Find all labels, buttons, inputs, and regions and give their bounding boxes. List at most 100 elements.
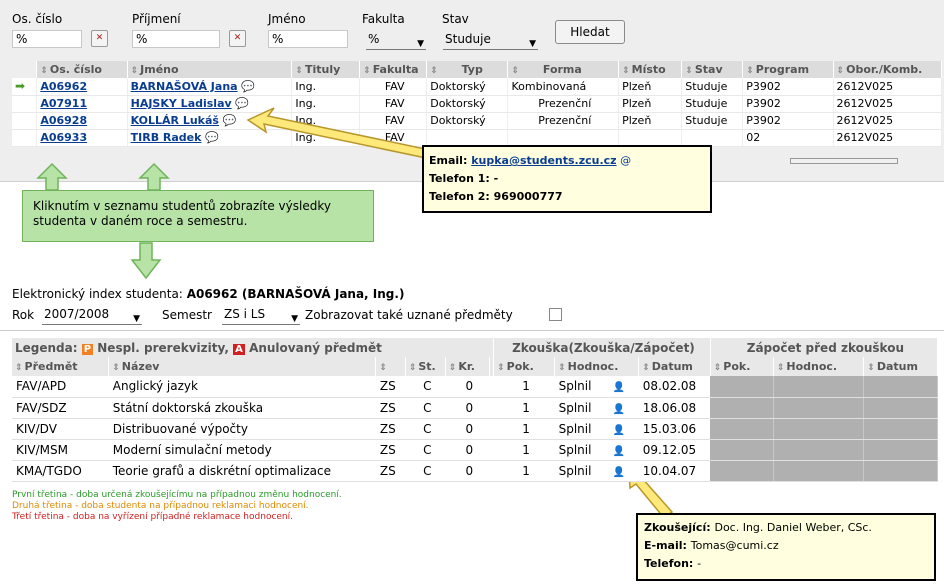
mail-icon[interactable]: @	[617, 154, 631, 167]
grade-kr: 0	[445, 418, 490, 440]
chevron-down-icon: ▼	[133, 314, 140, 324]
grade-pok: 1	[493, 460, 555, 482]
grade-hodnoc: Splnil 👤	[554, 439, 639, 461]
grade-kr: 0	[445, 439, 490, 461]
grade-hodnoc: Splnil 👤	[554, 418, 639, 440]
hint-up-arrow-right	[138, 162, 170, 191]
zapocet-cell	[773, 376, 865, 398]
col-pok[interactable]: ⇕ Pok.	[493, 357, 556, 376]
grade-datum: 18.06.08	[638, 397, 711, 419]
semestr-value: ZS i LS	[224, 307, 266, 321]
index-title: Elektronický index studenta: A06962 (BAR…	[12, 287, 405, 301]
examiner-phone-label: Telefon:	[644, 557, 694, 570]
email-link[interactable]: kupka@students.zcu.cz	[471, 154, 616, 167]
grade-kr: 0	[445, 460, 490, 482]
grade-pok: 1	[493, 376, 555, 398]
zapocet-cell	[773, 397, 865, 419]
divider	[0, 330, 944, 331]
table-row[interactable]: FAV/SDZ Státní doktorská zkouška ZS C 0 1 Spln…	[12, 397, 938, 419]
tel1-label: Telefon 1:	[429, 172, 490, 185]
zapocet-cell	[863, 418, 938, 440]
zapocet-cell	[710, 397, 774, 419]
anulovany-badge-icon: A	[233, 343, 245, 355]
uznane-checkbox[interactable]	[549, 308, 562, 321]
col-hodnoc[interactable]: ⇕ Hodnoc.	[554, 357, 640, 376]
grades-header-row: ⇕ Předmět ⇕ Název ⇕ ⇕ St. ⇕ Kr. ⇕ Pok. ⇕ Hodno…	[12, 357, 938, 376]
zapocet-cell	[863, 376, 938, 398]
table-row[interactable]: KIV/MSM Moderní simulační metody ZS C 0 1 Spln…	[12, 439, 938, 461]
grade-semestr: ZS	[375, 397, 406, 419]
note-third-third: Třetí třetina - doba na vyřízení případn…	[12, 512, 293, 522]
col-datum[interactable]: ⇕ Datum	[638, 357, 711, 376]
grade-semestr: ZS	[375, 376, 406, 398]
legend: Legenda: P Nespl. prerekvizity, A Anulov…	[12, 338, 495, 357]
grade-datum: 10.04.07	[638, 460, 711, 482]
grade-st: C	[405, 439, 446, 461]
col-semestr[interactable]: ⇕	[375, 357, 406, 376]
grade-predmet: FAV/APD	[12, 376, 109, 398]
grade-nazev: Teorie grafů a diskrétní optimalizace	[108, 460, 376, 482]
grade-datum: 15.03.06	[638, 418, 711, 440]
col-zap-pok[interactable]: ⇕ Pok.	[710, 357, 774, 376]
col-predmet[interactable]: ⇕ Předmět	[12, 357, 110, 376]
grade-predmet: KIV/DV	[12, 418, 109, 440]
table-row[interactable]: KIV/DV Distribuované výpočty ZS C 0 1 Splnil 👤…	[12, 418, 938, 440]
note-first-third: První třetina - doba určená zkoušejícímu…	[12, 490, 342, 500]
zapocet-cell	[863, 397, 938, 419]
table-row[interactable]: KMA/TGDO Teorie grafů a diskrétní optimal…	[12, 460, 938, 482]
examiner-icon[interactable]: 👤	[609, 446, 625, 457]
zapocet-cell	[710, 376, 774, 398]
grade-hodnoc: Splnil 👤	[554, 397, 639, 419]
col-kr[interactable]: ⇕ Kr.	[445, 357, 490, 376]
prerekvizity-badge-icon: P	[81, 343, 94, 355]
grade-st: C	[405, 460, 446, 482]
zapocet-cell	[710, 460, 774, 482]
legend-row: Legenda: P Nespl. prerekvizity, A Anulov…	[12, 338, 939, 357]
table-row[interactable]: FAV/APD Anglický jazyk ZS C 0 1 Splnil 👤 08.02.…	[12, 376, 938, 398]
grade-datum: 09.12.05	[638, 439, 711, 461]
zapocet-cell	[773, 439, 865, 461]
zapocet-cell	[863, 439, 938, 461]
zapocet-cell	[773, 418, 865, 440]
grade-kr: 0	[445, 397, 490, 419]
examiner-popup: Zkoušející: Doc. Ing. Daniel Weber, CSc.…	[636, 513, 936, 581]
grade-st: C	[405, 397, 446, 419]
examiner-label: Zkoušející:	[644, 521, 711, 534]
col-nazev[interactable]: ⇕ Název	[108, 357, 377, 376]
tel2-label: Telefon 2:	[429, 190, 490, 203]
grade-st: C	[405, 376, 446, 398]
grade-hodnoc: Splnil 👤	[554, 376, 639, 398]
examiner-icon[interactable]: 👤	[609, 467, 625, 478]
grade-kr: 0	[445, 376, 490, 398]
tel2-value: 969000777	[493, 190, 563, 203]
col-zap-datum[interactable]: ⇕ Datum	[863, 357, 938, 376]
tel1-value: -	[493, 172, 499, 185]
zapocet-cell	[863, 460, 938, 482]
grade-hodnoc: Splnil 👤	[554, 460, 639, 482]
examiner-icon[interactable]: 👤	[609, 404, 625, 415]
hint-box: Kliknutím v seznamu studentů zobrazíte v…	[22, 190, 374, 242]
grade-semestr: ZS	[375, 439, 406, 461]
rok-select[interactable]: 2007/2008 ▼	[42, 305, 142, 325]
grade-nazev: Státní doktorská zkouška	[108, 397, 376, 419]
grade-pok: 1	[493, 397, 555, 419]
examiner-icon[interactable]: 👤	[609, 425, 625, 436]
hint-down-arrow	[130, 242, 162, 280]
note-second-third: Druhá třetina - doba studenta na případn…	[12, 501, 309, 511]
col-st[interactable]: ⇕ St.	[405, 357, 446, 376]
contact-popup: Email: kupka@students.zcu.cz @ Telefon 1…	[422, 145, 712, 213]
examiner-phone-value: -	[697, 557, 702, 570]
rok-label: Rok	[12, 308, 35, 322]
grades-table: Legenda: P Nespl. prerekvizity, A Anulov…	[12, 338, 939, 482]
col-zap-hodnoc[interactable]: ⇕ Hodnoc.	[773, 357, 865, 376]
examiner-email-value[interactable]: Tomas@cumi.cz	[691, 539, 779, 552]
examiner-icon[interactable]: 👤	[609, 382, 625, 393]
grade-nazev: Distribuované výpočty	[108, 418, 376, 440]
grade-datum: 08.02.08	[638, 376, 711, 398]
grade-semestr: ZS	[375, 418, 406, 440]
grade-predmet: FAV/SDZ	[12, 397, 109, 419]
hint-up-arrow-left	[36, 162, 68, 191]
grade-st: C	[405, 418, 446, 440]
grade-pok: 1	[493, 418, 555, 440]
semestr-select[interactable]: ZS i LS ▼	[222, 305, 300, 325]
